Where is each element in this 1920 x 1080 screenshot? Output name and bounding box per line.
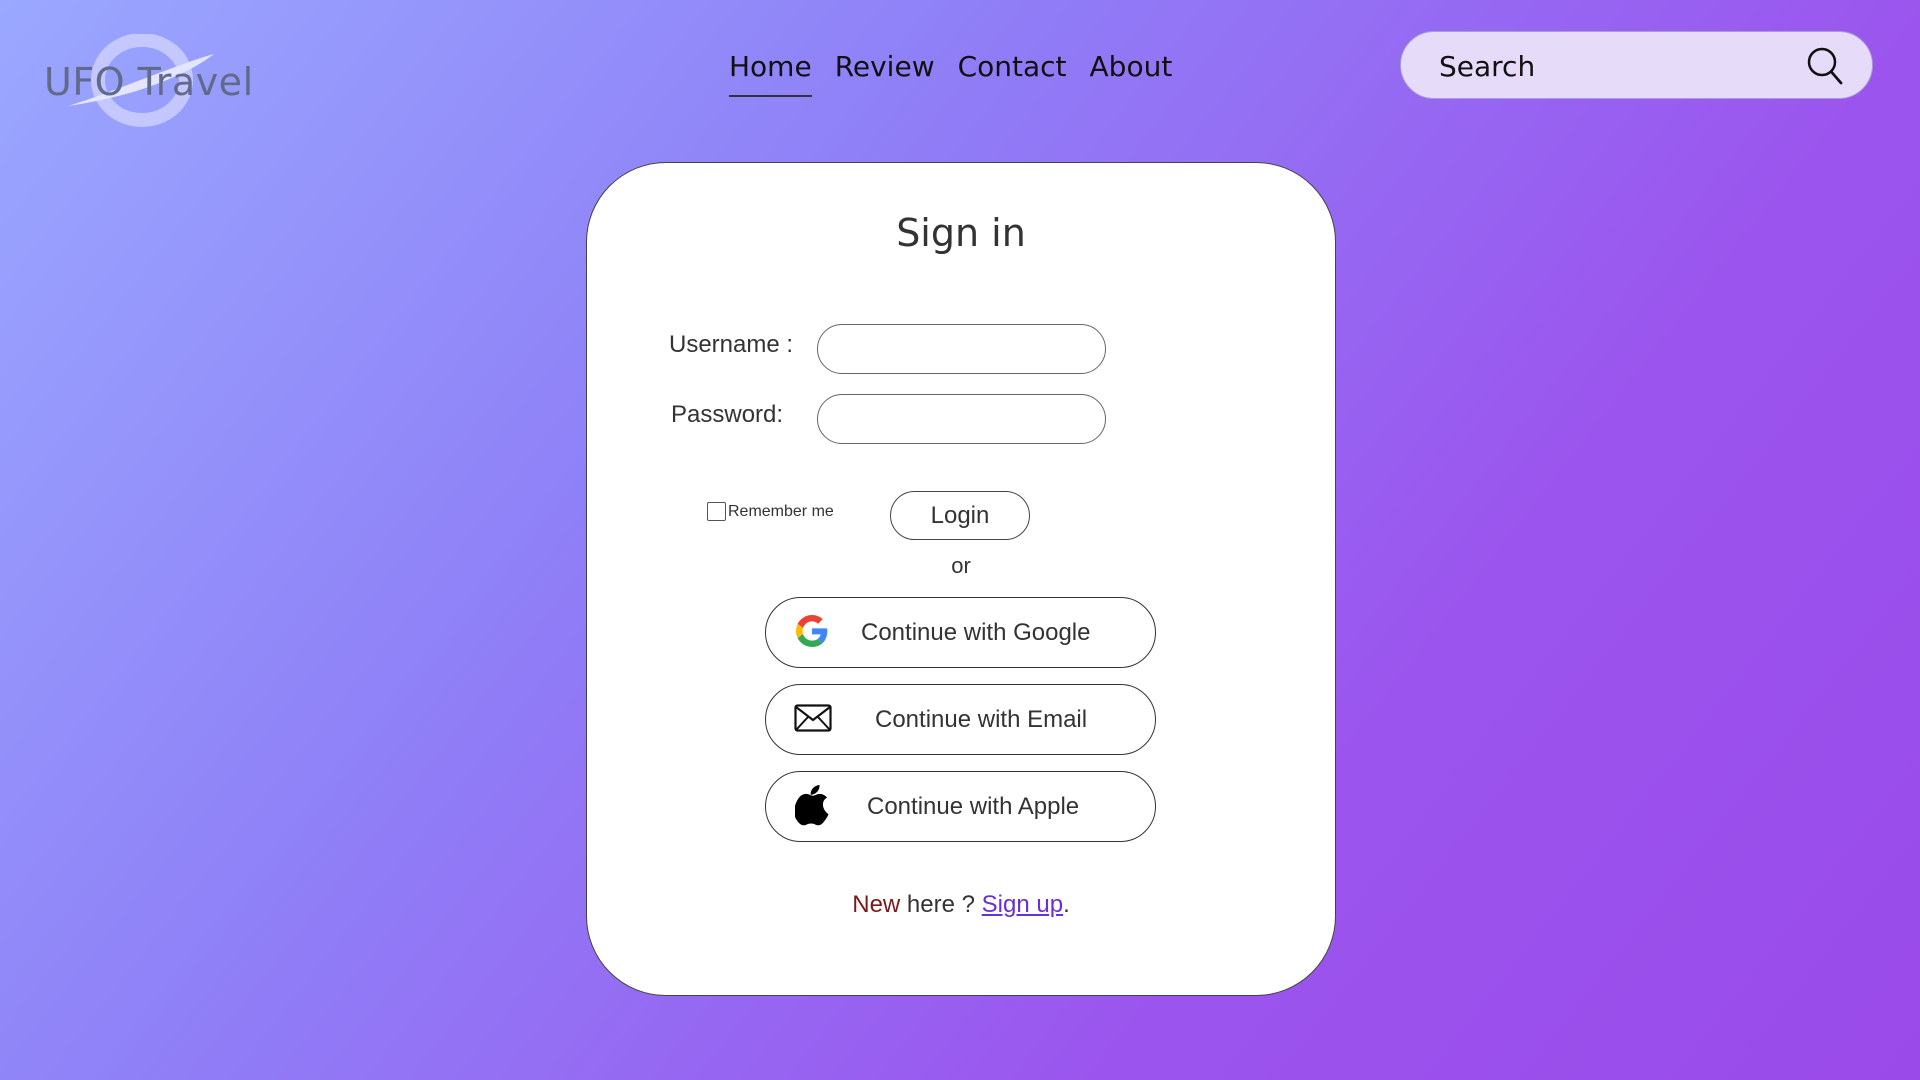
- main-nav: Home Review Contact About: [729, 50, 1172, 97]
- google-signin-button[interactable]: Continue with Google: [765, 597, 1156, 668]
- signup-prompt: New here ? Sign up.: [587, 891, 1335, 919]
- nav-contact[interactable]: Contact: [958, 50, 1067, 97]
- search-icon[interactable]: [1806, 46, 1844, 90]
- search-input[interactable]: [1439, 46, 1779, 86]
- username-input[interactable]: [817, 324, 1106, 374]
- nav-review[interactable]: Review: [835, 50, 935, 97]
- username-label: Username :: [669, 331, 794, 358]
- signup-link[interactable]: Sign up: [982, 891, 1063, 918]
- signup-prompt-here: here ?: [900, 891, 982, 918]
- nav-about[interactable]: About: [1090, 50, 1173, 97]
- signin-card: Sign in Username : Password: Remember me…: [586, 162, 1336, 996]
- signin-title: Sign in: [896, 211, 1026, 255]
- mail-icon: [794, 703, 832, 736]
- login-button[interactable]: Login: [890, 491, 1030, 540]
- or-divider: or: [951, 553, 971, 578]
- apple-signin-button[interactable]: Continue with Apple: [765, 771, 1156, 842]
- password-input[interactable]: [817, 394, 1106, 444]
- google-icon: [796, 614, 828, 651]
- remember-checkbox[interactable]: [707, 502, 726, 521]
- google-signin-label: Continue with Google: [861, 618, 1091, 646]
- email-signin-label: Continue with Email: [875, 705, 1088, 733]
- password-label: Password:: [671, 401, 784, 428]
- signup-prompt-end: .: [1063, 891, 1070, 918]
- signup-prompt-new: New: [852, 891, 901, 918]
- logo-text: UFO Travel: [44, 60, 254, 104]
- logo[interactable]: UFO Travel: [38, 34, 253, 130]
- search-bar: [1400, 31, 1873, 99]
- remember-me: Remember me: [707, 502, 834, 521]
- remember-label: Remember me: [728, 502, 834, 520]
- email-signin-button[interactable]: Continue with Email: [765, 684, 1156, 755]
- apple-signin-label: Continue with Apple: [867, 792, 1080, 820]
- apple-icon: [794, 784, 831, 830]
- nav-home[interactable]: Home: [729, 50, 812, 97]
